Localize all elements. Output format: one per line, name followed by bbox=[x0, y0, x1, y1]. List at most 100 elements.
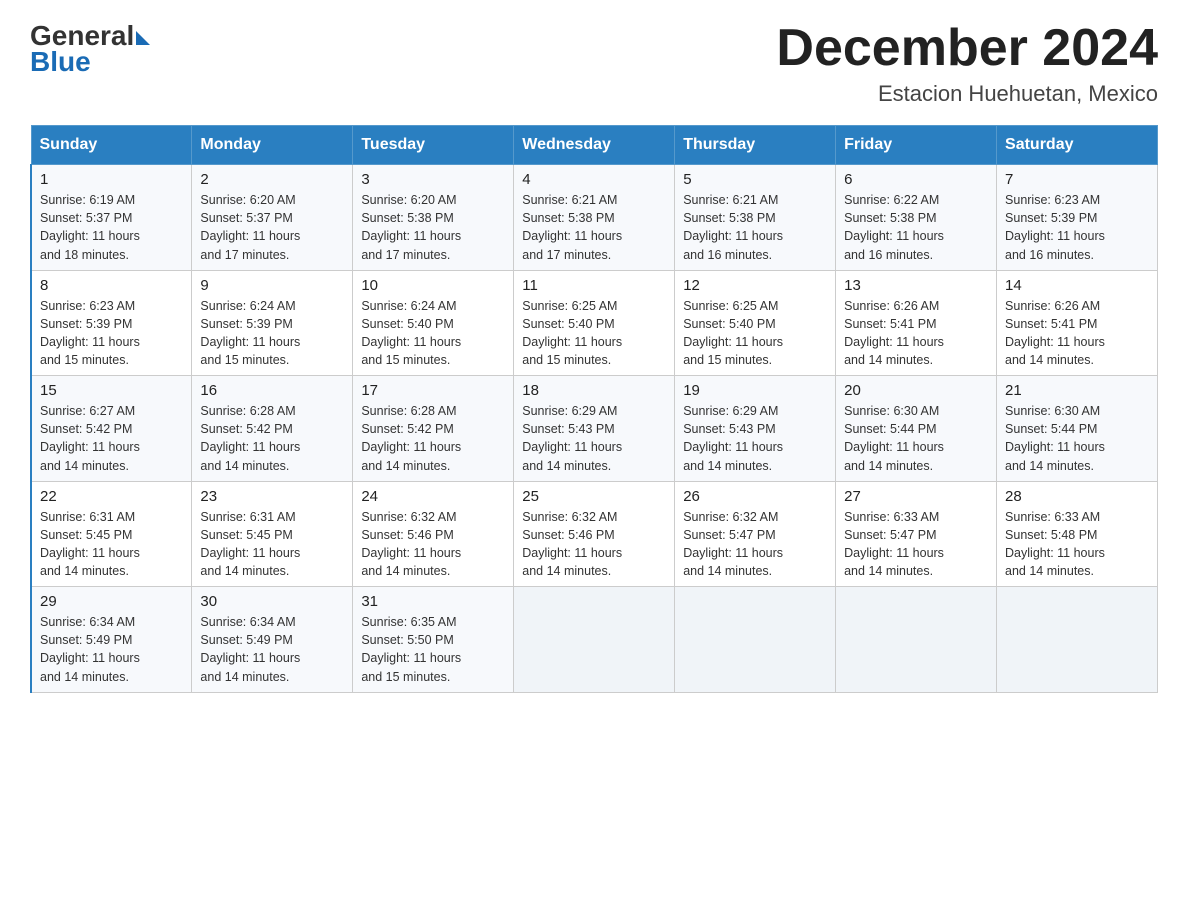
logo-blue-text: Blue bbox=[30, 46, 91, 78]
calendar-cell: 9Sunrise: 6:24 AMSunset: 5:39 PMDaylight… bbox=[192, 270, 353, 376]
location-title: Estacion Huehuetan, Mexico bbox=[776, 81, 1158, 107]
calendar-cell: 4 Sunrise: 6:21 AMSunset: 5:38 PMDaylight… bbox=[514, 165, 675, 271]
day-number: 2 bbox=[200, 171, 344, 188]
title-section: December 2024 Estacion Huehuetan, Mexico bbox=[776, 20, 1158, 107]
day-info: Sunrise: 6:26 AMSunset: 5:41 PMDaylight:… bbox=[844, 297, 988, 370]
page-header: General Blue December 2024 Estacion Hueh… bbox=[30, 20, 1158, 107]
calendar-cell: 13 Sunrise: 6:26 AMSunset: 5:41 PMDayligh… bbox=[836, 270, 997, 376]
day-info: Sunrise: 6:35 AMSunset: 5:50 PMDaylight:… bbox=[361, 613, 505, 686]
day-info: Sunrise: 6:28 AMSunset: 5:42 PMDaylight:… bbox=[200, 402, 344, 475]
weekday-header-monday: Monday bbox=[192, 126, 353, 165]
day-info: Sunrise: 6:29 AMSunset: 5:43 PMDaylight:… bbox=[683, 402, 827, 475]
day-info: Sunrise: 6:34 AMSunset: 5:49 PMDaylight:… bbox=[40, 613, 183, 686]
day-info: Sunrise: 6:24 AMSunset: 5:39 PMDaylight:… bbox=[200, 297, 344, 370]
calendar-cell: 31 Sunrise: 6:35 AMSunset: 5:50 PMDayligh… bbox=[353, 587, 514, 693]
calendar-cell: 3 Sunrise: 6:20 AMSunset: 5:38 PMDaylight… bbox=[353, 165, 514, 271]
calendar-cell: 10Sunrise: 6:24 AMSunset: 5:40 PMDayligh… bbox=[353, 270, 514, 376]
day-number: 6 bbox=[844, 171, 988, 188]
day-number: 20 bbox=[844, 382, 988, 399]
weekday-header-saturday: Saturday bbox=[997, 126, 1158, 165]
day-number: 7 bbox=[1005, 171, 1149, 188]
day-info: Sunrise: 6:33 AMSunset: 5:48 PMDaylight:… bbox=[1005, 508, 1149, 581]
day-info: Sunrise: 6:29 AMSunset: 5:43 PMDaylight:… bbox=[522, 402, 666, 475]
calendar-cell: 1 Sunrise: 6:19 AMSunset: 5:37 PMDaylight… bbox=[31, 165, 192, 271]
day-info: Sunrise: 6:24 AMSunset: 5:40 PMDaylight:… bbox=[361, 297, 505, 370]
day-info: Sunrise: 6:27 AMSunset: 5:42 PMDaylight:… bbox=[40, 402, 183, 475]
calendar-cell: 16Sunrise: 6:28 AMSunset: 5:42 PMDayligh… bbox=[192, 376, 353, 482]
day-number: 21 bbox=[1005, 382, 1149, 399]
day-info: Sunrise: 6:32 AMSunset: 5:47 PMDaylight:… bbox=[683, 508, 827, 581]
calendar-cell: 21 Sunrise: 6:30 AMSunset: 5:44 PMDayligh… bbox=[997, 376, 1158, 482]
day-info: Sunrise: 6:28 AMSunset: 5:42 PMDaylight:… bbox=[361, 402, 505, 475]
calendar-cell: 18 Sunrise: 6:29 AMSunset: 5:43 PMDayligh… bbox=[514, 376, 675, 482]
day-number: 3 bbox=[361, 171, 505, 188]
calendar-cell: 7 Sunrise: 6:23 AMSunset: 5:39 PMDaylight… bbox=[997, 165, 1158, 271]
weekday-header-wednesday: Wednesday bbox=[514, 126, 675, 165]
weekday-header-row: SundayMondayTuesdayWednesdayThursdayFrid… bbox=[31, 126, 1158, 165]
day-number: 12 bbox=[683, 277, 827, 294]
day-info: Sunrise: 6:19 AMSunset: 5:37 PMDaylight:… bbox=[40, 191, 183, 264]
weekday-header-thursday: Thursday bbox=[675, 126, 836, 165]
day-info: Sunrise: 6:21 AMSunset: 5:38 PMDaylight:… bbox=[683, 191, 827, 264]
day-number: 30 bbox=[200, 593, 344, 610]
day-number: 4 bbox=[522, 171, 666, 188]
calendar-cell: 14 Sunrise: 6:26 AMSunset: 5:41 PMDayligh… bbox=[997, 270, 1158, 376]
calendar-cell: 26 Sunrise: 6:32 AMSunset: 5:47 PMDayligh… bbox=[675, 481, 836, 587]
day-info: Sunrise: 6:22 AMSunset: 5:38 PMDaylight:… bbox=[844, 191, 988, 264]
logo: General Blue bbox=[30, 20, 150, 78]
day-info: Sunrise: 6:23 AMSunset: 5:39 PMDaylight:… bbox=[40, 297, 183, 370]
day-number: 18 bbox=[522, 382, 666, 399]
calendar-cell: 12 Sunrise: 6:25 AMSunset: 5:40 PMDayligh… bbox=[675, 270, 836, 376]
day-info: Sunrise: 6:20 AMSunset: 5:38 PMDaylight:… bbox=[361, 191, 505, 264]
day-info: Sunrise: 6:21 AMSunset: 5:38 PMDaylight:… bbox=[522, 191, 666, 264]
calendar-cell: 2Sunrise: 6:20 AMSunset: 5:37 PMDaylight… bbox=[192, 165, 353, 271]
calendar-cell: 30 Sunrise: 6:34 AMSunset: 5:49 PMDayligh… bbox=[192, 587, 353, 693]
weekday-header-tuesday: Tuesday bbox=[353, 126, 514, 165]
calendar-cell: 15Sunrise: 6:27 AMSunset: 5:42 PMDayligh… bbox=[31, 376, 192, 482]
day-info: Sunrise: 6:32 AMSunset: 5:46 PMDaylight:… bbox=[522, 508, 666, 581]
calendar-cell: 11 Sunrise: 6:25 AMSunset: 5:40 PMDayligh… bbox=[514, 270, 675, 376]
day-info: Sunrise: 6:23 AMSunset: 5:39 PMDaylight:… bbox=[1005, 191, 1149, 264]
day-number: 24 bbox=[361, 488, 505, 505]
day-number: 19 bbox=[683, 382, 827, 399]
calendar-week-row: 8 Sunrise: 6:23 AMSunset: 5:39 PMDaylight… bbox=[31, 270, 1158, 376]
calendar-week-row: 15Sunrise: 6:27 AMSunset: 5:42 PMDayligh… bbox=[31, 376, 1158, 482]
calendar-cell bbox=[514, 587, 675, 693]
calendar-cell: 17Sunrise: 6:28 AMSunset: 5:42 PMDayligh… bbox=[353, 376, 514, 482]
day-info: Sunrise: 6:30 AMSunset: 5:44 PMDaylight:… bbox=[1005, 402, 1149, 475]
day-number: 1 bbox=[40, 171, 183, 188]
day-info: Sunrise: 6:33 AMSunset: 5:47 PMDaylight:… bbox=[844, 508, 988, 581]
day-number: 28 bbox=[1005, 488, 1149, 505]
calendar-week-row: 22Sunrise: 6:31 AMSunset: 5:45 PMDayligh… bbox=[31, 481, 1158, 587]
calendar-week-row: 29 Sunrise: 6:34 AMSunset: 5:49 PMDayligh… bbox=[31, 587, 1158, 693]
day-info: Sunrise: 6:30 AMSunset: 5:44 PMDaylight:… bbox=[844, 402, 988, 475]
day-number: 13 bbox=[844, 277, 988, 294]
day-number: 26 bbox=[683, 488, 827, 505]
day-number: 8 bbox=[40, 277, 183, 294]
day-info: Sunrise: 6:26 AMSunset: 5:41 PMDaylight:… bbox=[1005, 297, 1149, 370]
day-info: Sunrise: 6:25 AMSunset: 5:40 PMDaylight:… bbox=[522, 297, 666, 370]
calendar-cell bbox=[675, 587, 836, 693]
day-info: Sunrise: 6:34 AMSunset: 5:49 PMDaylight:… bbox=[200, 613, 344, 686]
day-number: 25 bbox=[522, 488, 666, 505]
day-number: 11 bbox=[522, 277, 666, 294]
day-number: 29 bbox=[40, 593, 183, 610]
day-number: 14 bbox=[1005, 277, 1149, 294]
calendar-cell: 20 Sunrise: 6:30 AMSunset: 5:44 PMDayligh… bbox=[836, 376, 997, 482]
calendar-cell: 6 Sunrise: 6:22 AMSunset: 5:38 PMDaylight… bbox=[836, 165, 997, 271]
calendar-cell: 8 Sunrise: 6:23 AMSunset: 5:39 PMDaylight… bbox=[31, 270, 192, 376]
calendar-table: SundayMondayTuesdayWednesdayThursdayFrid… bbox=[30, 125, 1158, 693]
day-number: 27 bbox=[844, 488, 988, 505]
weekday-header-friday: Friday bbox=[836, 126, 997, 165]
calendar-cell: 22Sunrise: 6:31 AMSunset: 5:45 PMDayligh… bbox=[31, 481, 192, 587]
calendar-cell: 27 Sunrise: 6:33 AMSunset: 5:47 PMDayligh… bbox=[836, 481, 997, 587]
calendar-cell bbox=[836, 587, 997, 693]
day-info: Sunrise: 6:32 AMSunset: 5:46 PMDaylight:… bbox=[361, 508, 505, 581]
calendar-cell: 29 Sunrise: 6:34 AMSunset: 5:49 PMDayligh… bbox=[31, 587, 192, 693]
day-number: 31 bbox=[361, 593, 505, 610]
month-title: December 2024 bbox=[776, 20, 1158, 77]
calendar-cell: 28 Sunrise: 6:33 AMSunset: 5:48 PMDayligh… bbox=[997, 481, 1158, 587]
day-info: Sunrise: 6:25 AMSunset: 5:40 PMDaylight:… bbox=[683, 297, 827, 370]
calendar-week-row: 1 Sunrise: 6:19 AMSunset: 5:37 PMDaylight… bbox=[31, 165, 1158, 271]
calendar-cell: 25 Sunrise: 6:32 AMSunset: 5:46 PMDayligh… bbox=[514, 481, 675, 587]
